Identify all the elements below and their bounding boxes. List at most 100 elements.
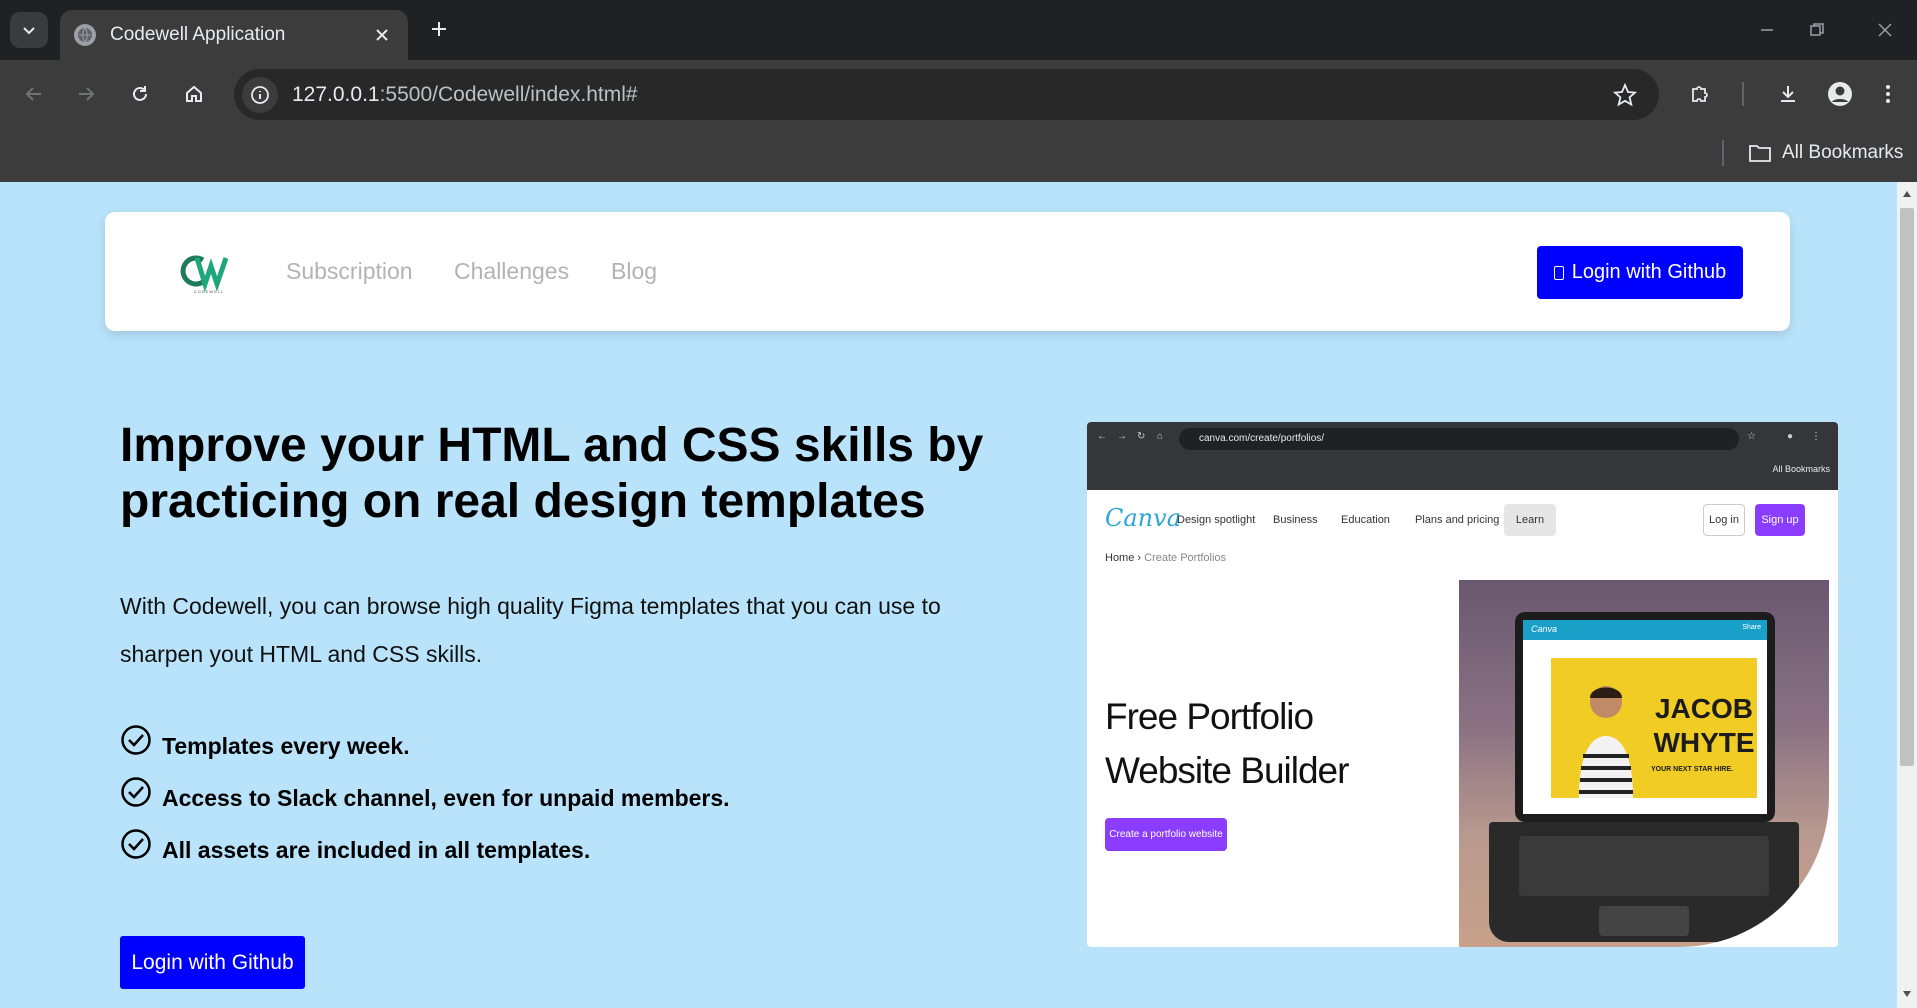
canva-logo: Canva [1105,504,1181,532]
close-icon [1878,23,1892,37]
preview-menu-icon: ⋮ [1811,431,1821,442]
extensions-button[interactable] [1682,76,1718,112]
preview-learn: Learn [1504,504,1556,536]
hero-title: Improve your HTML and CSS skills by prac… [120,419,984,528]
tab-search-button[interactable] [10,12,48,48]
preview-crumb-current: Create Portfolios [1144,552,1227,564]
nav-link-blog[interactable]: Blog [611,258,657,285]
preview-star-icon: ☆ [1747,431,1756,442]
preview-back-icon: ← [1097,431,1107,442]
preview-home-icon: ⌂ [1157,431,1164,442]
url-host: 127.0.0.1 [292,82,380,106]
preview-crumb-home: Home [1105,552,1135,564]
back-button[interactable] [16,76,52,112]
page-scrollbar[interactable] [1897,182,1917,1008]
preview-reload-icon: ↻ [1137,431,1146,442]
preview-nav-item: Plans and pricing [1415,514,1500,526]
laptop-base [1489,822,1799,942]
close-window-button[interactable] [1862,10,1908,50]
browser-tab-bar: Codewell Application [0,0,1917,60]
bookmark-star-icon[interactable] [1605,75,1645,115]
nav-link-subscription[interactable]: Subscription [286,258,413,285]
home-icon [186,85,202,102]
bookmarks-divider [1722,140,1724,166]
more-vertical-icon [1886,85,1890,103]
plus-icon [432,22,446,36]
forward-button[interactable] [68,76,104,112]
poster: JACOB WHYTE YOUR NEXT STAR HIRE. [1551,658,1757,798]
restore-icon [1810,23,1824,36]
check-circle-icon [121,777,151,807]
login-github-button-hero[interactable]: Login with Github [120,936,305,989]
mini-app-name: Canva [1531,624,1558,634]
preview-url: canva.com/create/portfolios/ [1179,428,1739,450]
person-illustration [1579,686,1633,798]
all-bookmarks-button[interactable]: All Bookmarks [1748,138,1903,168]
preview-signup: Sign up [1755,504,1805,536]
login-github-button-header[interactable]: Login with Github [1537,246,1743,299]
laptop-illustration: Canva Share JACOB WHYTE YOUR NEXT STAR H… [1515,612,1775,822]
codewell-logo[interactable]: CODEWELL [177,250,241,294]
address-bar[interactable]: 127.0.0.1:5500/Codewell/index.html# [234,69,1659,120]
active-tab[interactable]: Codewell Application [60,10,408,60]
site-navbar: CODEWELL Subscription Challenges Blog Lo… [105,212,1790,331]
browser-toolbar: 127.0.0.1:5500/Codewell/index.html# [0,60,1917,128]
login-github-label: Login with Github [1571,261,1727,283]
preview-breadcrumb: Home › Create Portfolios [1105,552,1227,564]
profile-button[interactable] [1822,76,1858,112]
preview-login: Log in [1703,504,1745,536]
nav-link-challenges[interactable]: Challenges [454,258,569,285]
minimize-icon [1761,29,1773,31]
feature-item: All assets are included in all templates… [120,824,730,876]
preview-laptop-photo: Canva Share JACOB WHYTE YOUR NEXT STAR H… [1459,580,1829,947]
url-path: :5500/Codewell/index.html# [379,82,638,106]
menu-button[interactable] [1870,76,1906,112]
restore-button[interactable] [1794,10,1840,50]
profile-icon [1828,82,1852,106]
preview-nav-item: Design spotlight [1177,514,1256,526]
feature-list: Templates every week. Access to Slack ch… [120,720,730,876]
laptop-screen: Canva Share JACOB WHYTE YOUR NEXT STAR H… [1523,620,1767,814]
preview-profile-icon: ● [1787,431,1794,442]
toolbar-divider [1742,82,1744,106]
poster-tagline: YOUR NEXT STAR HIRE. [1651,766,1733,773]
bookmarks-bar: All Bookmarks [0,128,1917,182]
home-button[interactable] [176,76,212,112]
puzzle-icon [1692,86,1708,102]
chevron-down-icon [23,27,35,35]
minimize-button[interactable] [1744,10,1790,50]
site-info-icon[interactable] [242,76,278,113]
preview-nav-item: Business [1273,514,1318,526]
scroll-thumb[interactable] [1900,208,1914,766]
tab-title: Codewell Application [110,24,286,45]
laptop-app-bar: Canva Share [1523,620,1767,640]
scroll-down-arrow[interactable] [1901,988,1913,1000]
check-circle-icon [121,725,151,755]
preview-headline: Free Portfolio Website Builder [1105,696,1349,791]
scroll-up-arrow[interactable] [1901,188,1913,200]
reload-button[interactable] [122,76,158,112]
preview-browser-chrome: ← → ↻ ⌂ canva.com/create/portfolios/ ☆ ●… [1087,422,1838,490]
globe-icon [74,24,96,46]
feature-item: Access to Slack channel, even for unpaid… [120,772,730,824]
preview-bookmarks: All Bookmarks [1772,464,1830,474]
download-icon [1781,86,1795,102]
check-circle-icon [121,829,151,859]
feature-text: Access to Slack channel, even for unpaid… [162,784,730,811]
folder-icon [1749,145,1771,162]
laptop-keyboard [1519,836,1769,896]
logo-subtext: CODEWELL [194,289,224,294]
new-tab-button[interactable] [424,14,454,44]
downloads-button[interactable] [1770,76,1806,112]
feature-item: Templates every week. [120,720,730,772]
github-icon [1553,265,1564,280]
feature-text: Templates every week. [162,732,410,759]
url-text: 127.0.0.1:5500/Codewell/index.html# [292,83,1605,107]
arrow-left-icon [25,87,41,101]
feature-text: All assets are included in all templates… [162,836,591,863]
hero-preview-image: ← → ↻ ⌂ canva.com/create/portfolios/ ☆ ●… [1087,422,1838,947]
tab-close-icon[interactable] [370,23,394,47]
arrow-right-icon [79,87,95,101]
reload-icon [133,86,147,101]
laptop-trackpad [1599,906,1689,936]
